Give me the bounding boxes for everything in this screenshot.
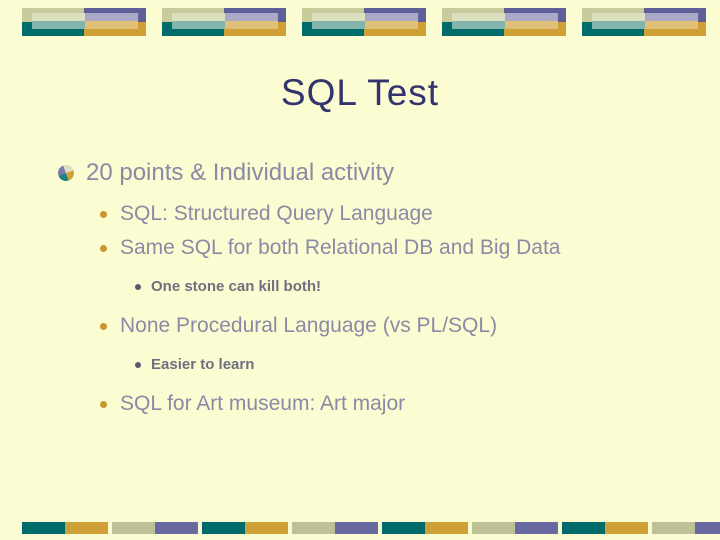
deco-inset-row-top bbox=[592, 13, 698, 21]
footer-segment-gold bbox=[425, 522, 468, 534]
footer-segment-sage bbox=[292, 522, 335, 534]
deco-inset-row-bottom bbox=[452, 21, 558, 29]
list-item: Same SQL for both Relational DB and Big … bbox=[0, 234, 720, 262]
deco-inset-row-bottom bbox=[592, 21, 698, 29]
footer-segment-purple bbox=[515, 522, 558, 534]
deco-inset-teal bbox=[172, 21, 225, 29]
list-item-label: SQL for Art museum: Art major bbox=[120, 392, 406, 415]
list-item-label: SQL: Structured Query Language bbox=[120, 202, 433, 225]
deco-inset-gold bbox=[225, 21, 278, 29]
deco-inset-row-top bbox=[452, 13, 558, 21]
decoration-unit bbox=[582, 8, 706, 36]
deco-inset-overlay bbox=[172, 13, 278, 30]
list-item: None Procedural Language (vs PL/SQL) bbox=[0, 312, 720, 340]
deco-inset-sage bbox=[172, 13, 225, 21]
deco-inset-purple bbox=[85, 13, 138, 21]
list-item-label: 20 points & Individual activity bbox=[86, 159, 395, 186]
deco-inset-teal bbox=[312, 21, 365, 29]
deco-inset-purple bbox=[505, 13, 558, 21]
list-item-label: Easier to learn bbox=[151, 356, 255, 373]
decoration-unit bbox=[162, 8, 286, 36]
deco-inset-gold bbox=[365, 21, 418, 29]
footer-segment-sage bbox=[472, 522, 515, 534]
deco-inset-overlay bbox=[312, 13, 418, 30]
gold-dot-bullet-icon bbox=[100, 245, 107, 252]
gold-dot-bullet-icon bbox=[100, 211, 107, 218]
deco-inset-gold bbox=[645, 21, 698, 29]
footer-segment-sage bbox=[652, 522, 695, 534]
footer-segment-teal bbox=[382, 522, 425, 534]
footer-segment-gold bbox=[605, 522, 648, 534]
list-item: 20 points & Individual activity bbox=[0, 158, 720, 188]
deco-inset-teal bbox=[592, 21, 645, 29]
deco-inset-sage bbox=[32, 13, 85, 21]
list-item: SQL for Art museum: Art major bbox=[0, 390, 720, 418]
list-item: SQL: Structured Query Language bbox=[0, 200, 720, 228]
list-item: Easier to learn bbox=[0, 354, 720, 376]
deco-inset-row-bottom bbox=[32, 21, 138, 29]
deco-inset-row-top bbox=[312, 13, 418, 21]
footer-segment-purple bbox=[335, 522, 378, 534]
deco-inset-gold bbox=[505, 21, 558, 29]
list-item: One stone can kill both! bbox=[0, 276, 720, 298]
footer-segment-gold bbox=[245, 522, 288, 534]
deco-inset-overlay bbox=[592, 13, 698, 30]
deco-inset-row-bottom bbox=[312, 21, 418, 29]
deco-inset-overlay bbox=[32, 13, 138, 30]
page-title: SQL Test bbox=[280, 72, 440, 113]
deco-inset-gold bbox=[85, 21, 138, 29]
deco-inset-teal bbox=[32, 21, 85, 29]
slide-body-content: 20 points & Individual activity SQL: Str… bbox=[0, 158, 720, 424]
bottom-decorative-band bbox=[0, 522, 720, 534]
gold-dot-bullet-icon bbox=[100, 401, 107, 408]
footer-segment-teal bbox=[562, 522, 605, 534]
footer-segment-sage bbox=[112, 522, 155, 534]
list-item-label: None Procedural Language (vs PL/SQL) bbox=[120, 314, 498, 337]
deco-inset-sage bbox=[452, 13, 505, 21]
deco-inset-purple bbox=[645, 13, 698, 21]
footer-segment-teal bbox=[22, 522, 65, 534]
gold-dot-bullet-icon bbox=[100, 323, 107, 330]
list-item-label: One stone can kill both! bbox=[151, 278, 322, 295]
footer-segment-purple bbox=[155, 522, 198, 534]
deco-inset-overlay bbox=[452, 13, 558, 30]
deco-inset-teal bbox=[452, 21, 505, 29]
pinwheel-bullet-icon bbox=[55, 162, 77, 184]
decoration-unit bbox=[442, 8, 566, 36]
decoration-unit bbox=[22, 8, 146, 36]
footer-segment-purple bbox=[695, 522, 720, 534]
deco-inset-row-bottom bbox=[172, 21, 278, 29]
deco-inset-row-top bbox=[172, 13, 278, 21]
deco-inset-purple bbox=[225, 13, 278, 21]
deco-inset-row-top bbox=[32, 13, 138, 21]
footer-segment-teal bbox=[202, 522, 245, 534]
dark-dot-bullet-icon bbox=[135, 362, 141, 368]
decoration-unit bbox=[302, 8, 426, 36]
top-decorative-band bbox=[0, 0, 720, 46]
deco-inset-purple bbox=[365, 13, 418, 21]
footer-segment-gold bbox=[65, 522, 108, 534]
deco-inset-sage bbox=[312, 13, 365, 21]
dark-dot-bullet-icon bbox=[135, 284, 141, 290]
list-item-label: Same SQL for both Relational DB and Big … bbox=[120, 236, 561, 259]
deco-inset-sage bbox=[592, 13, 645, 21]
